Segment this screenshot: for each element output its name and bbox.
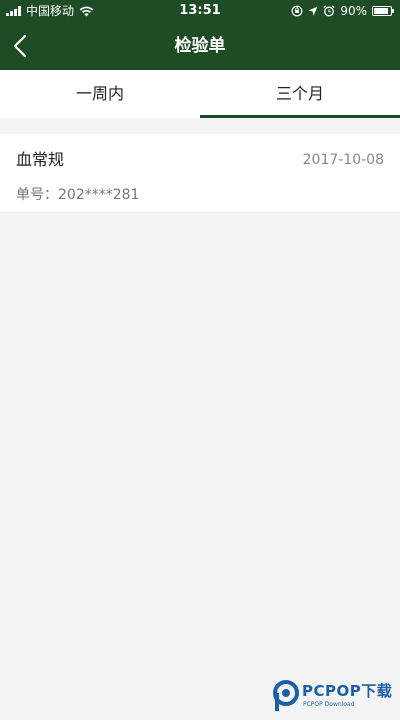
watermark-text: PCPOP下载 (302, 682, 393, 700)
watermark-subtext: PCPOP Download (303, 701, 355, 708)
tab-one-week[interactable]: 一周内 (0, 70, 200, 118)
record-number: 单号：202****281 (16, 186, 139, 204)
pcpop-logo-icon (273, 680, 299, 711)
record-date: 2017-10-08 (302, 152, 384, 168)
status-bar: 中国移动 13:51 90% (0, 0, 400, 22)
page-title: 检验单 (174, 36, 226, 56)
status-right: 90% (291, 4, 394, 18)
battery-percent: 90% (340, 4, 367, 18)
tab-bar: 一周内 三个月 (0, 70, 400, 118)
battery-icon (372, 6, 394, 16)
location-icon (308, 6, 318, 16)
watermark-logo: PCPOP下载 PCPOP Download (272, 680, 396, 714)
nav-bar: 检验单 (0, 22, 400, 70)
battery-fill (374, 8, 388, 14)
alarm-icon (323, 5, 335, 17)
record-list: 血常规 2017-10-08 单号：202****281 (0, 134, 400, 213)
app-header: 中国移动 13:51 90% 检验单 (0, 0, 400, 70)
tab-three-months[interactable]: 三个月 (200, 70, 400, 118)
list-item[interactable]: 血常规 2017-10-08 单号：202****281 (0, 134, 400, 213)
record-name: 血常规 (16, 150, 65, 169)
record-number-label: 单号： (16, 187, 58, 203)
lock-rotation-icon (291, 5, 303, 17)
record-number-value: 202****281 (58, 187, 140, 203)
